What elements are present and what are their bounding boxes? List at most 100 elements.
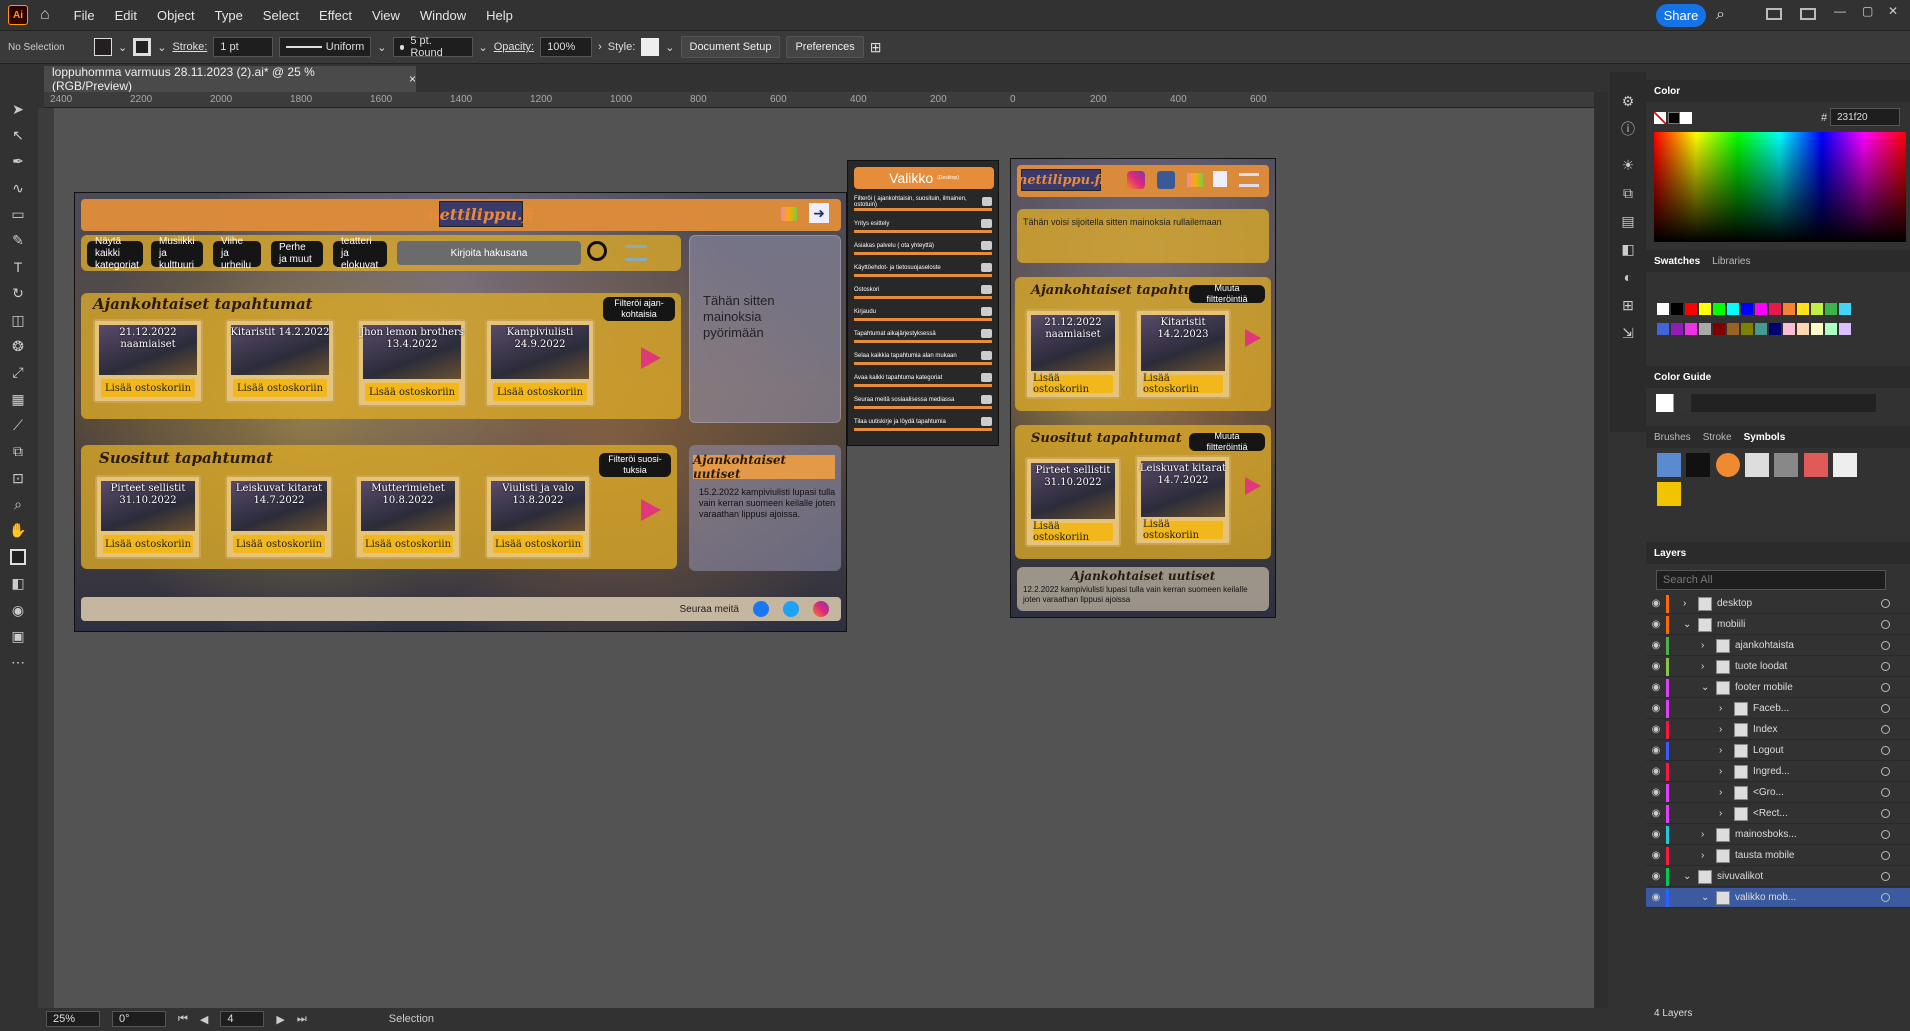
layer-row[interactable]: ◉ › Logout — [1646, 741, 1910, 761]
category-theater[interactable]: teatteri ja elokuvat — [333, 236, 387, 271]
chevron-down-icon[interactable]: ⌄ — [1701, 682, 1711, 693]
properties-icon[interactable]: ⚙ — [1617, 90, 1639, 112]
minimize-icon[interactable]: — — [1834, 4, 1846, 18]
color-swatch[interactable] — [1699, 323, 1711, 335]
search-icon[interactable]: ⌕ — [1716, 6, 1725, 24]
valikko-item[interactable]: Asiakas palvelu ( ota yhteyttä) — [854, 239, 992, 255]
visibility-eye-icon[interactable]: ◉ — [1646, 829, 1666, 840]
target-circle-icon[interactable] — [1881, 599, 1890, 608]
event-card[interactable]: Kitaristit 14.2.2023 Lisää ostoskoriin — [1135, 309, 1231, 399]
valikko-item[interactable]: Yritys esittely — [854, 217, 992, 233]
logout-arrow-icon[interactable]: ➜ — [809, 203, 829, 223]
paintbrush-tool-icon[interactable]: ✎ — [7, 232, 29, 250]
logout-arrow-icon[interactable] — [1213, 171, 1227, 187]
prev-artboard-icon[interactable]: ◀ — [200, 1013, 208, 1026]
next-artboard-icon[interactable]: ▶ — [276, 1013, 284, 1026]
magnifier-icon[interactable] — [587, 241, 607, 261]
share-button[interactable]: Share — [1656, 4, 1706, 27]
color-guide-title[interactable]: Color Guide — [1654, 372, 1711, 383]
next-arrow-icon[interactable] — [1245, 477, 1261, 495]
target-circle-icon[interactable] — [1881, 641, 1890, 650]
color-swatch[interactable] — [1713, 303, 1725, 315]
pathfinder-icon[interactable]: ⊞ — [1617, 294, 1639, 316]
menu-effect[interactable]: Effect — [309, 8, 362, 23]
add-to-cart-button[interactable]: Lisää ostoskoriin — [493, 535, 583, 553]
color-panel-title[interactable]: Color — [1654, 86, 1680, 97]
arrange-docs-icon[interactable]: ⊞ — [870, 39, 882, 56]
stroke-weight-field[interactable]: 1 pt — [213, 37, 274, 57]
none-swatch[interactable] — [1654, 112, 1666, 124]
event-card[interactable]: 21.12.2022 naamiaiset Lisää ostoskoriin — [1025, 309, 1121, 399]
visibility-eye-icon[interactable]: ◉ — [1646, 745, 1666, 756]
menu-edit[interactable]: Edit — [105, 8, 147, 23]
visibility-eye-icon[interactable]: ◉ — [1646, 787, 1666, 798]
chevron-right-icon[interactable]: › — [1701, 829, 1711, 840]
mobile-filter-button-2[interactable]: Muuta filtteröintiä — [1189, 431, 1265, 452]
filter-suosituksia-button[interactable]: Filteröi suosi-tuksia — [599, 453, 671, 477]
color-swatch[interactable] — [1811, 303, 1823, 315]
appearance-icon[interactable]: ☀ — [1617, 154, 1639, 176]
visibility-eye-icon[interactable]: ◉ — [1646, 808, 1666, 819]
symbols-tab[interactable]: Symbols — [1744, 432, 1786, 443]
target-circle-icon[interactable] — [1881, 851, 1890, 860]
last-artboard-icon[interactable]: ⏭ — [297, 1013, 307, 1026]
color-swatch[interactable] — [1657, 303, 1669, 315]
layer-row[interactable]: ◉ › Index — [1646, 720, 1910, 740]
target-circle-icon[interactable] — [1881, 704, 1890, 713]
facebook-icon[interactable] — [753, 601, 769, 617]
site-logo[interactable]: nettilippu.fi — [428, 201, 534, 227]
color-swatch[interactable] — [1741, 323, 1753, 335]
chevron-down-icon[interactable]: ⌄ — [118, 41, 127, 54]
event-card[interactable]: Pirteet sellistit 31.10.2022 Lisää ostosk… — [95, 475, 201, 559]
artboard-desktop[interactable]: nettilippu.fi ➜ Näytä kaikki kategoriat … — [74, 192, 847, 632]
valikko-item[interactable]: Seuraa meitä sosiaalisessa mediassa — [854, 393, 992, 409]
target-circle-icon[interactable] — [1881, 767, 1890, 776]
layer-row[interactable]: ◉ › Ingred... — [1646, 762, 1910, 782]
chevron-down-icon[interactable]: ⌄ — [1683, 871, 1693, 882]
color-swatch[interactable] — [1699, 303, 1711, 315]
visibility-eye-icon[interactable]: ◉ — [1646, 766, 1666, 777]
instagram-icon[interactable] — [1127, 171, 1145, 189]
chevron-right-icon[interactable]: › — [1719, 745, 1729, 756]
color-swatch[interactable] — [1727, 323, 1739, 335]
color-swatch[interactable] — [1825, 303, 1837, 315]
close-tab-icon[interactable]: × — [409, 72, 416, 86]
color-spectrum[interactable] — [1654, 132, 1906, 242]
stroke-swatch[interactable] — [133, 38, 152, 56]
chevron-right-icon[interactable]: › — [1701, 850, 1711, 861]
blend-tool-icon[interactable]: ⧉ — [7, 443, 29, 461]
chevron-right-icon[interactable]: › — [1701, 661, 1711, 672]
maximize-icon[interactable]: ▢ — [1862, 4, 1873, 18]
color-swatch[interactable] — [1671, 303, 1683, 315]
brushes-tab[interactable]: Brushes — [1654, 432, 1691, 443]
info-icon[interactable]: ⓘ — [1617, 118, 1639, 140]
visibility-eye-icon[interactable]: ◉ — [1646, 703, 1666, 714]
color-swatch[interactable] — [1769, 323, 1781, 335]
chevron-down-icon[interactable]: ⌄ — [665, 41, 674, 54]
valikko-item[interactable]: Käyttöehdot- ja tietosuojaseloste — [854, 261, 992, 277]
target-circle-icon[interactable] — [1881, 683, 1890, 692]
facebook-icon[interactable] — [1157, 171, 1175, 189]
symbol-thumb[interactable] — [1657, 482, 1681, 506]
next-arrow-icon[interactable] — [641, 347, 661, 369]
event-card[interactable]: 21.12.2022 naamiaiset Lisää ostoskoriin — [93, 319, 203, 403]
event-card[interactable]: Jhon lemon brothers 13.4.2022 Lisää ostos… — [357, 319, 467, 407]
workspace-icon[interactable] — [1766, 8, 1782, 20]
stroke-profile-select[interactable]: Uniform — [279, 37, 372, 57]
list-menu-icon[interactable] — [625, 245, 647, 261]
zoom-field[interactable]: 25% — [46, 1011, 100, 1027]
category-all[interactable]: Näytä kaikki kategoriat — [87, 236, 143, 271]
layer-row[interactable]: ◉ ⌄ valikko mob... — [1646, 888, 1910, 908]
color-swatch[interactable] — [1727, 303, 1739, 315]
layer-row[interactable]: ◉ › desktop — [1646, 594, 1910, 614]
zoom-tool-icon[interactable]: ⌕ — [7, 495, 29, 513]
canvas[interactable]: nettilippu.fi ➜ Näytä kaikki kategoriat … — [54, 108, 1594, 1013]
event-card[interactable]: Kampiviulisti 24.9.2022 Lisää ostoskoriin — [485, 319, 595, 407]
opacity-field[interactable]: 100% — [540, 37, 593, 57]
target-circle-icon[interactable] — [1881, 872, 1890, 881]
color-swatch[interactable] — [1671, 323, 1683, 335]
libraries-tab[interactable]: Libraries — [1712, 256, 1750, 267]
twitter-icon[interactable] — [783, 601, 799, 617]
chevron-down-icon[interactable]: ⌄ — [1683, 619, 1693, 630]
target-circle-icon[interactable] — [1881, 830, 1890, 839]
